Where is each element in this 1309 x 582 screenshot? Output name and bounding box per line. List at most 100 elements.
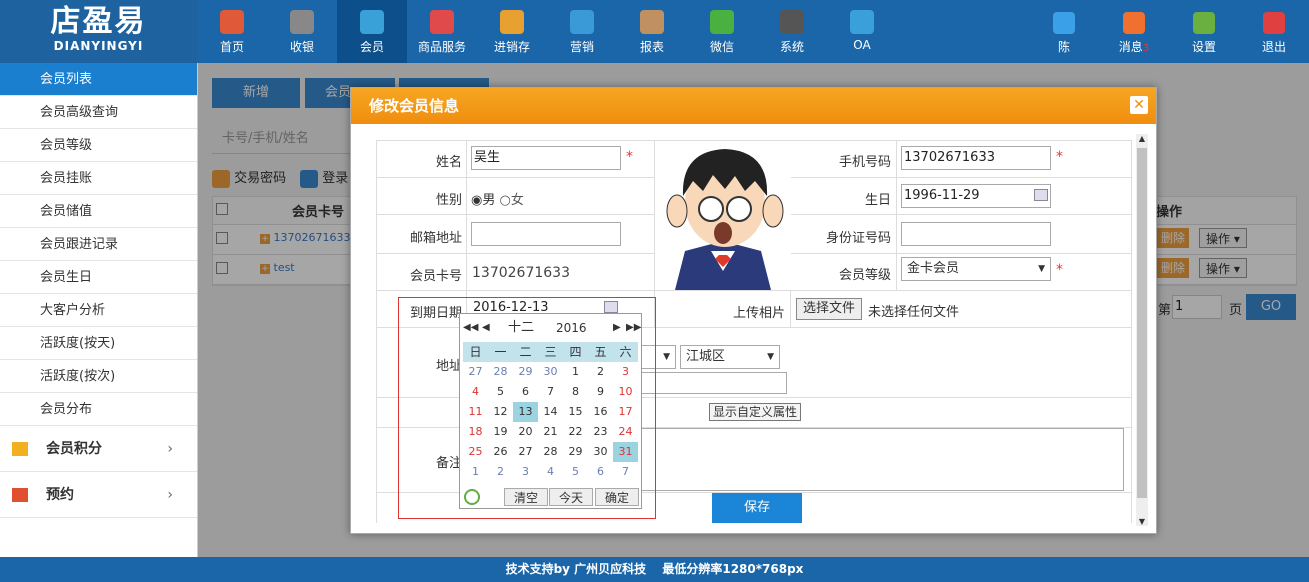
- clock-icon[interactable]: [464, 489, 480, 505]
- calendar-day[interactable]: 7: [613, 462, 638, 482]
- prev-year-icon[interactable]: ◀◀: [463, 314, 478, 342]
- logo-subtext: DIANYINGYI: [53, 39, 144, 53]
- calendar-day[interactable]: 14: [538, 402, 563, 422]
- top-navbar: 店盈易 DIANYINGYI 首页 收银 会员 商品服务 进销存 营销 报表 微信 系统 OA 陈…: [0, 0, 1309, 63]
- calendar-today-button[interactable]: 今天: [549, 488, 593, 506]
- calendar-day[interactable]: 29: [563, 442, 588, 462]
- email-input[interactable]: [471, 222, 621, 246]
- calendar-day[interactable]: 30: [588, 442, 613, 462]
- calendar-day[interactable]: 23: [588, 422, 613, 442]
- female-label: 女: [510, 193, 524, 208]
- calendar-day[interactable]: 9: [588, 382, 613, 402]
- required-mark: *: [1056, 262, 1063, 278]
- calendar-day[interactable]: 26: [488, 442, 513, 462]
- calendar-day[interactable]: 31: [613, 442, 638, 462]
- calendar-clear-button[interactable]: 清空: [504, 488, 548, 506]
- birthday-input[interactable]: 1996-11-29: [901, 184, 1051, 208]
- level-select[interactable]: 金卡会员 ▼: [901, 257, 1051, 281]
- save-button[interactable]: 保存: [712, 493, 802, 523]
- cash-register-icon: [290, 10, 314, 34]
- calendar-day[interactable]: 22: [563, 422, 588, 442]
- top-user[interactable]: 陈: [1029, 0, 1099, 63]
- nav-home[interactable]: 首页: [197, 0, 267, 63]
- close-icon[interactable]: ✕: [1130, 96, 1148, 114]
- choose-file-button[interactable]: 选择文件: [796, 298, 863, 320]
- calendar-day[interactable]: 27: [513, 442, 538, 462]
- nav-megaphone[interactable]: 营销: [547, 0, 617, 63]
- calendar-day[interactable]: 6: [513, 382, 538, 402]
- custom-attr-button[interactable]: 显示自定义属性: [709, 403, 802, 421]
- calendar-day[interactable]: 11: [463, 402, 488, 422]
- calendar-day[interactable]: 12: [488, 402, 513, 422]
- calendar-day[interactable]: 27: [463, 362, 488, 382]
- calendar-day[interactable]: 5: [563, 462, 588, 482]
- nav-wechat[interactable]: 微信: [687, 0, 757, 63]
- calendar-day[interactable]: 25: [463, 442, 488, 462]
- dialog-scrollbar[interactable]: ▲ ▼: [1136, 134, 1148, 526]
- calendar-day[interactable]: 1: [463, 462, 488, 482]
- remark-textarea[interactable]: [640, 428, 1124, 491]
- calendar-day[interactable]: 20: [513, 422, 538, 442]
- id-input[interactable]: [901, 222, 1051, 246]
- nav-label: 报表: [639, 40, 664, 54]
- calendar-day[interactable]: 1: [563, 362, 588, 382]
- calendar-year[interactable]: 2016: [556, 314, 587, 342]
- nav-goods[interactable]: 商品服务: [407, 0, 477, 63]
- calendar-header: ◀◀ ◀ 十二 2016 ▶ ▶▶: [460, 314, 641, 342]
- calendar-day[interactable]: 6: [588, 462, 613, 482]
- next-year-icon[interactable]: ▶▶: [626, 314, 641, 342]
- next-month-icon[interactable]: ▶: [613, 314, 621, 342]
- weekday-header: 二: [513, 342, 538, 362]
- male-radio[interactable]: ◉男: [471, 193, 495, 208]
- calendar-day[interactable]: 15: [563, 402, 588, 422]
- dialog-header: 修改会员信息 ✕: [351, 88, 1156, 124]
- calendar-ok-button[interactable]: 确定: [595, 488, 639, 506]
- calendar-day[interactable]: 28: [488, 362, 513, 382]
- nav-member[interactable]: 会员: [337, 0, 407, 63]
- calendar-icon[interactable]: [1034, 189, 1048, 201]
- calendar-day[interactable]: 8: [563, 382, 588, 402]
- calendar-day[interactable]: 18: [463, 422, 488, 442]
- nav-oa[interactable]: OA: [827, 0, 897, 63]
- logo: 店盈易 DIANYINGYI: [0, 0, 197, 63]
- nav-cash-register[interactable]: 收银: [267, 0, 337, 63]
- weekday-header: 三: [538, 342, 563, 362]
- scroll-up-icon[interactable]: ▲: [1136, 134, 1148, 143]
- calendar-day[interactable]: 21: [538, 422, 563, 442]
- calendar-day[interactable]: 2: [588, 362, 613, 382]
- address-detail-input[interactable]: [640, 372, 787, 394]
- phone-input[interactable]: 13702671633: [901, 146, 1051, 170]
- calendar-day[interactable]: 3: [513, 462, 538, 482]
- weekday-header: 五: [588, 342, 613, 362]
- top-logout[interactable]: 退出: [1239, 0, 1309, 63]
- calendar-day[interactable]: 16: [588, 402, 613, 422]
- name-input[interactable]: 吴生: [471, 146, 621, 170]
- nav-report[interactable]: 报表: [617, 0, 687, 63]
- calendar-day[interactable]: 4: [463, 382, 488, 402]
- calendar-day[interactable]: 13: [513, 402, 538, 422]
- calendar-day[interactable]: 7: [538, 382, 563, 402]
- nav-monitor[interactable]: 系统: [757, 0, 827, 63]
- male-label: 男: [482, 193, 496, 208]
- female-radio[interactable]: ○女: [500, 193, 524, 208]
- calendar-day[interactable]: 28: [538, 442, 563, 462]
- district-value: 江城区: [686, 349, 726, 364]
- calendar-day[interactable]: 24: [613, 422, 638, 442]
- nav-inventory[interactable]: 进销存: [477, 0, 547, 63]
- calendar-day[interactable]: 3: [613, 362, 638, 382]
- district-select[interactable]: 江城区 ▼: [680, 345, 780, 369]
- scrollbar-thumb[interactable]: [1137, 148, 1147, 498]
- calendar-day[interactable]: 30: [538, 362, 563, 382]
- calendar-day[interactable]: 10: [613, 382, 638, 402]
- calendar-day[interactable]: 17: [613, 402, 638, 422]
- top-bell[interactable]: 消息3: [1099, 0, 1169, 63]
- calendar-day[interactable]: 19: [488, 422, 513, 442]
- calendar-day[interactable]: 5: [488, 382, 513, 402]
- calendar-month[interactable]: 十二: [508, 314, 534, 342]
- prev-month-icon[interactable]: ◀: [482, 314, 490, 342]
- calendar-day[interactable]: 2: [488, 462, 513, 482]
- scroll-down-icon[interactable]: ▼: [1136, 517, 1148, 526]
- calendar-day[interactable]: 4: [538, 462, 563, 482]
- top-gear[interactable]: 设置: [1169, 0, 1239, 63]
- calendar-day[interactable]: 29: [513, 362, 538, 382]
